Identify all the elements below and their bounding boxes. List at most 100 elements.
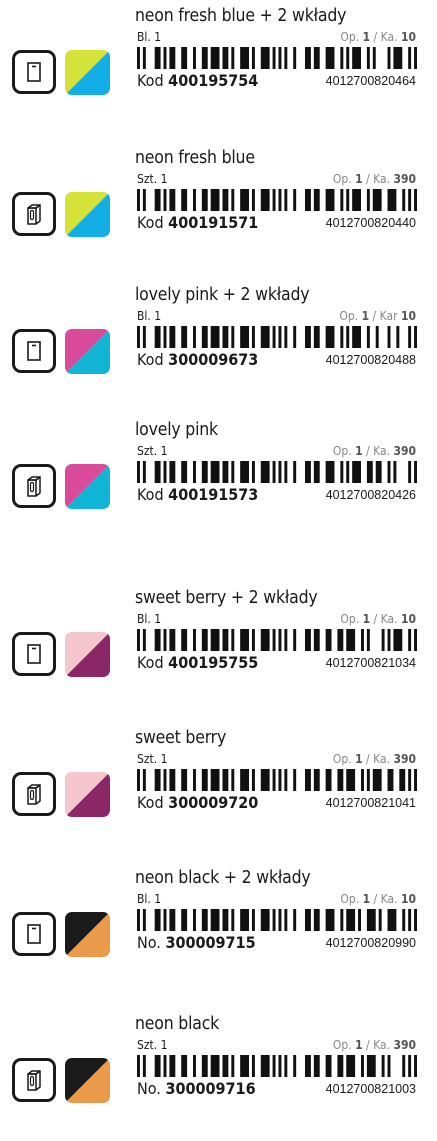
ean-number: 4012700820488	[325, 353, 416, 367]
product-code: Kod 400191571	[137, 214, 258, 232]
pack-ka-value: 10	[400, 30, 416, 44]
barcode-bar	[260, 326, 270, 348]
product-code-label: Kod	[137, 213, 164, 232]
barcode-bar	[346, 769, 356, 791]
barcode-bar	[278, 769, 282, 791]
barcode-bar	[372, 769, 382, 791]
barcode	[137, 909, 417, 931]
product-row: neon black + 2 wkłady Bl. 1 Op. 1 / Ka. 10…	[0, 867, 437, 995]
barcode-bar	[201, 47, 208, 69]
barcode-bar	[240, 461, 249, 483]
barcode-bar	[181, 47, 188, 69]
barcode-bar	[387, 47, 391, 69]
unit-quantity: Szt. 1	[137, 1038, 168, 1052]
barcode-bar	[272, 909, 276, 931]
barcode-bar	[169, 47, 176, 69]
barcode-bar	[408, 326, 412, 348]
barcode-bar	[222, 629, 229, 651]
product-code: Kod 400191573	[137, 486, 258, 504]
barcode-bar	[163, 909, 167, 931]
barcode-bar	[272, 1055, 276, 1077]
color-swatch	[65, 1058, 110, 1103]
barcode-bar	[346, 47, 350, 69]
barcode-bar	[251, 629, 255, 651]
barcode-bar	[402, 909, 406, 931]
ean-number: 4012700820440	[325, 216, 416, 230]
barcode-bar	[366, 769, 370, 791]
barcode-bar	[222, 461, 229, 483]
barcode-bar	[251, 47, 255, 69]
ean-number: 4012700821003	[325, 1082, 416, 1096]
single-item-box-icon	[12, 772, 56, 816]
unit-quantity: Bl. 1	[137, 892, 162, 906]
barcode-bar	[193, 1055, 196, 1077]
pack-ka-label: Ka.	[380, 612, 398, 626]
unit-quantity: Szt. 1	[137, 172, 168, 186]
pack-separator: /	[366, 1038, 370, 1052]
product-code: No. 300009715	[137, 934, 256, 952]
barcode-bar	[352, 326, 361, 348]
barcode-bar	[293, 909, 297, 931]
product-row: lovely pink + 2 wkłady Bl. 1 Op. 1 / Kar 1…	[0, 284, 437, 412]
barcode-bar	[137, 1055, 140, 1077]
product-code-value: 400195754	[168, 71, 259, 90]
barcode-bar	[260, 909, 270, 931]
ean-number: 4012700821041	[325, 796, 416, 810]
pack-op-label: Op.	[340, 30, 360, 44]
barcode-bar	[272, 189, 276, 211]
barcode-bar	[260, 629, 270, 651]
barcode-bar	[222, 47, 229, 69]
product-row: neon fresh blue + 2 wkłady Bl. 1 Op. 1 / K…	[0, 5, 437, 133]
barcode-bar	[284, 1055, 288, 1077]
barcode-bar	[305, 1055, 311, 1077]
barcode-bar	[272, 47, 276, 69]
barcode-bar	[137, 189, 140, 211]
pack-ka-label: Ka.	[380, 30, 398, 44]
pack-ka-value: 390	[393, 752, 416, 766]
refill-card-icon	[12, 329, 56, 373]
barcode-bar	[142, 189, 146, 211]
packaging-info: Op. 1 / Kar 10	[339, 309, 416, 323]
packaging-info: Op. 1 / Ka. 10	[340, 892, 416, 906]
product-code-label: Kod	[137, 71, 164, 90]
barcode-bar	[201, 909, 208, 931]
barcode-bar	[393, 629, 403, 651]
refill-card-icon	[12, 632, 56, 676]
barcode-bar	[222, 189, 229, 211]
barcode-bar	[210, 47, 220, 69]
barcode-bar	[346, 1055, 356, 1077]
barcode-bar	[169, 909, 176, 931]
barcode-bar	[284, 629, 288, 651]
barcode-bar	[240, 1055, 249, 1077]
pack-separator: /	[366, 752, 370, 766]
barcode-bar	[293, 629, 297, 651]
barcode-bar	[154, 629, 161, 651]
barcode-bar	[372, 47, 376, 69]
barcode-bar	[337, 1055, 344, 1077]
product-code-label: No.	[137, 933, 161, 952]
barcode-bar	[260, 769, 270, 791]
barcode-bar	[231, 629, 235, 651]
barcode-bar	[387, 1055, 391, 1077]
product-row: sweet berry + 2 wkłady Bl. 1 Op. 1 / Ka. 1…	[0, 587, 437, 715]
barcode-bar	[251, 909, 255, 931]
color-swatch	[65, 632, 110, 677]
barcode-bar	[169, 326, 176, 348]
barcode-bar	[361, 1055, 364, 1077]
barcode-bar	[210, 1055, 220, 1077]
product-code-value: 300009716	[165, 1079, 256, 1098]
product-code: Kod 300009720	[137, 794, 258, 812]
product-code-value: 300009715	[165, 933, 256, 952]
barcode-bar	[231, 189, 235, 211]
barcode-bar	[408, 189, 412, 211]
product-code-value: 300009673	[168, 350, 259, 369]
barcode-bar	[193, 47, 196, 69]
pack-ka-label: Ka.	[373, 752, 391, 766]
barcode-bar	[361, 629, 364, 651]
barcode-bar	[181, 629, 188, 651]
pack-op-value: 1	[355, 752, 363, 766]
refill-card-icon	[12, 50, 56, 94]
barcode	[137, 629, 417, 651]
barcode-bar	[154, 909, 161, 931]
barcode-bar	[272, 629, 276, 651]
